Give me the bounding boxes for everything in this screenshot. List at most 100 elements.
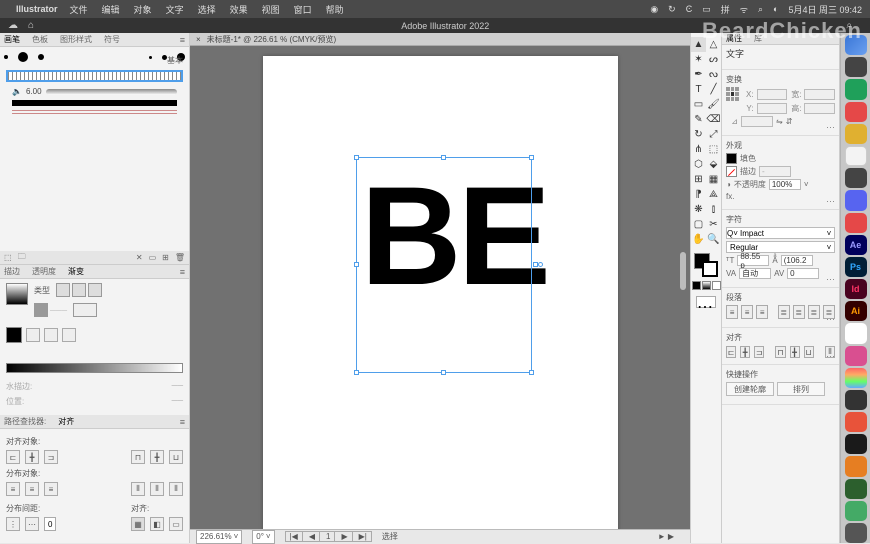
shaper-tool[interactable]: ✎ <box>691 112 706 127</box>
tab-symbols[interactable]: 符号 <box>104 34 120 45</box>
type-tool[interactable]: T <box>691 82 706 97</box>
grad-angle[interactable] <box>73 303 97 317</box>
menu-type[interactable]: 文字 <box>166 3 184 16</box>
zoom-dropdown[interactable]: 226.61% ˅ <box>196 530 242 544</box>
rotate-tool[interactable]: ↻ <box>691 127 706 142</box>
lasso-tool[interactable]: ᔕ <box>706 52 721 67</box>
brush-dot-3[interactable] <box>38 54 44 60</box>
artboard-tool[interactable]: ▢ <box>691 217 706 232</box>
dock-app5[interactable] <box>845 124 867 144</box>
status-cc-icon[interactable]: Ͼ <box>686 4 693 14</box>
h-input[interactable] <box>804 103 835 114</box>
mini-align-vcenter[interactable]: ╋ <box>790 346 800 358</box>
scale-tool[interactable]: ⤢ <box>706 127 721 142</box>
graph-tool[interactable]: ⫾ <box>706 202 721 217</box>
align-more-icon[interactable]: ⋯ <box>826 351 835 362</box>
dock-app2[interactable] <box>845 57 867 77</box>
menu-file[interactable]: 文件 <box>70 3 88 16</box>
para-jleft[interactable]: ≣ <box>778 305 790 319</box>
dock-trash[interactable] <box>845 523 867 543</box>
search-icon[interactable]: ⌕ <box>846 20 852 31</box>
direct-select-tool[interactable]: △ <box>706 37 721 52</box>
align-bottom[interactable]: ⊔ <box>169 450 183 464</box>
handle-tl[interactable] <box>354 155 359 160</box>
status-date[interactable]: 5月4日 周三 09:42 <box>788 3 862 16</box>
mini-align-right[interactable]: ⊐ <box>754 346 764 358</box>
menu-view[interactable]: 视图 <box>262 3 280 16</box>
colormode-normal[interactable] <box>692 281 701 290</box>
fill-swatch[interactable] <box>726 153 737 164</box>
align-to-selection[interactable]: ▦ <box>131 517 145 531</box>
brush-dot-1[interactable] <box>4 55 8 59</box>
spacing-input[interactable]: 0 <box>44 517 56 531</box>
dock-app15[interactable] <box>845 346 867 366</box>
status-cc2-icon[interactable]: ◐ <box>773 4 778 14</box>
tab-gradient[interactable]: 渐变 <box>68 266 84 277</box>
dock-ai[interactable]: Ai <box>845 301 867 321</box>
tracking-input[interactable]: 0 <box>787 268 819 279</box>
para-jright[interactable]: ≣ <box>808 305 820 319</box>
align-vcenter[interactable]: ╋ <box>150 450 164 464</box>
hand-tool[interactable]: ✋ <box>691 232 706 247</box>
mini-align-top[interactable]: ⊓ <box>775 346 785 358</box>
tab-pathfinder[interactable]: 路径查找器: <box>4 416 46 427</box>
handle-mr[interactable] <box>533 262 538 267</box>
dist-vspace[interactable]: ⋮ <box>6 517 20 531</box>
status-hint[interactable]: ► ▶ <box>658 532 674 541</box>
mini-align-hcenter[interactable]: ╋ <box>740 346 750 358</box>
create-outlines-button[interactable]: 创建轮廓 <box>726 382 774 396</box>
appearance-more-icon[interactable]: ⋯ <box>826 196 835 207</box>
artboard-nav[interactable]: |◀ ◀ 1 ▶ ▶| <box>285 531 372 542</box>
curvature-tool[interactable]: ᔓ <box>706 67 721 82</box>
handle-bl[interactable] <box>354 370 359 375</box>
brush-sample-charcoal[interactable] <box>12 100 177 106</box>
gradient-tool[interactable]: ▦ <box>706 172 721 187</box>
free-transform-tool[interactable]: ⬚ <box>706 142 721 157</box>
blend-tool[interactable]: ⟁ <box>706 187 721 202</box>
dock-app16[interactable] <box>845 368 867 388</box>
dock-app22[interactable] <box>845 501 867 521</box>
opacity-input[interactable]: 100% <box>769 179 801 190</box>
tab-align[interactable]: 对齐 <box>58 416 74 427</box>
ref-point-widget[interactable] <box>726 87 739 101</box>
dist-vcenter[interactable]: ≡ <box>25 482 39 496</box>
font-size-input[interactable]: 88.55 p <box>737 255 769 266</box>
selection-bounding-box[interactable] <box>356 157 532 373</box>
line-tool[interactable]: ╱ <box>706 82 721 97</box>
zoom-tool[interactable]: 🔍 <box>706 232 721 247</box>
handle-br[interactable] <box>529 370 534 375</box>
para-more-icon[interactable]: ⋯ <box>826 314 835 325</box>
dock-app18[interactable] <box>845 412 867 432</box>
wand-tool[interactable]: ✶ <box>691 52 706 67</box>
doc-tab-name[interactable]: 未标题-1* @ 226.61 % (CMYK/预览) <box>207 34 336 45</box>
eyedrop-tool[interactable]: ⁋ <box>691 187 706 202</box>
align-hcenter[interactable]: ╋ <box>25 450 39 464</box>
status-search-icon[interactable]: ⌕ <box>758 4 763 15</box>
dock-notion[interactable] <box>845 146 867 166</box>
dist-vtop[interactable]: ≡ <box>6 482 20 496</box>
panel-menu-icon[interactable]: ≡ <box>180 267 185 277</box>
libraries-icon[interactable]: ⬚ <box>4 253 12 262</box>
dist-hcenter[interactable]: ⦀ <box>150 482 164 496</box>
gradient-slider[interactable] <box>6 363 183 373</box>
perspective-tool[interactable]: ⬙ <box>706 157 721 172</box>
nav-next[interactable]: ▶ <box>337 532 352 541</box>
brush-tool[interactable]: 🖌 <box>706 97 721 112</box>
dock-app17[interactable] <box>845 390 867 410</box>
dock-ae[interactable]: Ae <box>845 235 867 255</box>
pen-tool[interactable]: ✒ <box>691 67 706 82</box>
y-input[interactable] <box>757 103 788 114</box>
x-input[interactable] <box>757 89 788 100</box>
canvas[interactable]: BE ↖ <box>190 46 690 529</box>
fill-stroke-swatch[interactable] <box>694 253 718 277</box>
grad-strokefill[interactable] <box>6 327 22 343</box>
w-input[interactable] <box>804 89 835 100</box>
tab-swatches[interactable]: 色板 <box>32 34 48 45</box>
tab-transparency[interactable]: 透明度 <box>32 266 56 277</box>
para-jcenter[interactable]: ≣ <box>793 305 805 319</box>
artboard[interactable]: BE ↖ <box>263 56 618 529</box>
opt1-icon[interactable]: ✕ <box>136 253 143 262</box>
opt4-icon[interactable]: 🗑 <box>175 253 185 262</box>
dock-app20[interactable] <box>845 456 867 476</box>
dock-app3[interactable] <box>845 79 867 99</box>
